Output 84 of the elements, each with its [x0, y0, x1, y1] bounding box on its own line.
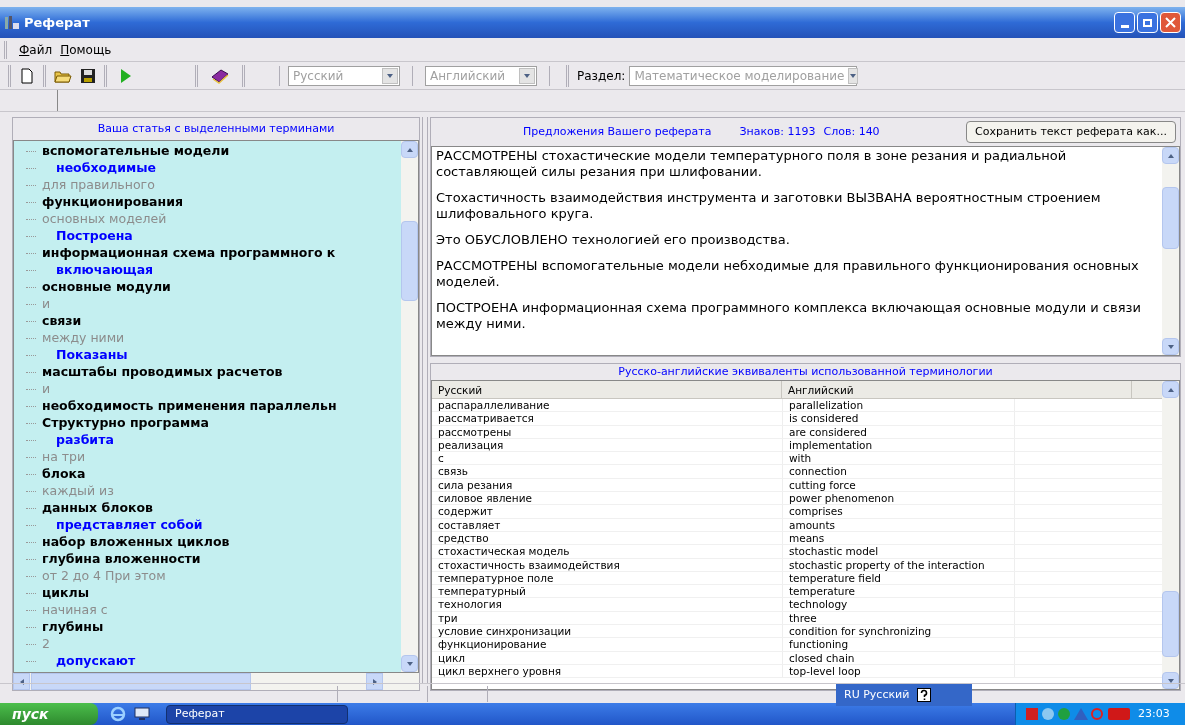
tree-item[interactable]: Структурно программа [28, 414, 209, 433]
table-cell: comprises [782, 505, 1014, 518]
character-count: Знаков: 1193 [739, 123, 816, 140]
column-header[interactable]: Русский [432, 381, 782, 398]
table-cell-text: условие синхронизации [437, 625, 573, 638]
tree-item[interactable]: необходимость применения параллельн [28, 397, 337, 416]
window-title: Реферат [24, 13, 90, 32]
table-cell: implementation [782, 438, 1014, 452]
tree-item[interactable]: допускают [28, 652, 136, 671]
table-cell: condition for synchronizing [782, 625, 1014, 638]
panel-title: Русско-английские эквиваленты использованной терминологии [617, 364, 994, 380]
table-cell: with [782, 452, 1014, 465]
table-cell: top-level loop [782, 664, 1014, 678]
tree-item[interactable]: представляет собой [28, 516, 203, 535]
table-cell-text: связь [437, 465, 470, 478]
summary-paragraph: РАССМОТРЕНЫ стохастические модели температурного поля в зоне резания и радиальной составляющей силы резания при шлифовании. [436, 148, 1068, 180]
language-indicator[interactable]: RU Русский [844, 686, 910, 704]
save-summary-button[interactable]: Сохранить текст реферата как... [966, 121, 1176, 143]
word-count: Слов: 140 [823, 123, 880, 140]
tree-item[interactable]: масштабы проводимых расчетов [28, 363, 283, 382]
table-cell: temperature field [782, 571, 1014, 585]
column-header[interactable]: Английский [782, 381, 1132, 398]
table-cell-text: рассмотрены [437, 425, 513, 438]
tree-item[interactable]: связи [28, 312, 82, 331]
table-cell: connection [782, 465, 1014, 478]
table-cell: temperature [782, 585, 1014, 598]
table-cell: are considered [782, 425, 1014, 438]
table-cell-text: функционирование [437, 638, 548, 651]
table-cell: stochastic property of the interaction [782, 558, 1014, 571]
table-cell-text: три [437, 611, 459, 625]
tree-item[interactable]: данных блоков [28, 499, 153, 518]
summary-paragraph: ПОСТРОЕНА информационная схема программного комплекса включающая основные модули и связи между ними. [436, 300, 1142, 332]
summary-paragraph: РАССМОТРЕНЫ вспомогательные модели небходимые для правильного функционирования основных моделей. [436, 258, 1140, 290]
language-bar[interactable]: RU Русский [836, 684, 972, 706]
panel-title: Ваша статья с выделенными терминами [96, 121, 336, 137]
panel-title: Предложения Вашего реферата [523, 123, 712, 140]
table-cell: parallelization [782, 399, 1014, 412]
section-label: Раздел: [577, 67, 626, 85]
tree-item[interactable]: информационная схема программного к [28, 244, 336, 263]
tree-item[interactable]: глубины [28, 618, 104, 637]
menu-item[interactable]: Помощь [56, 40, 116, 59]
table-cell-text: температурное поле [437, 571, 555, 585]
table-cell: is considered [782, 412, 1014, 425]
table-cell: closed chain [782, 651, 1014, 664]
tree-item[interactable]: необходимые [28, 159, 156, 178]
tree-item[interactable]: набор вложенных циклов [28, 533, 230, 552]
taskbar-button[interactable]: Реферат [166, 704, 348, 724]
table-cell-text: распараллеливание [437, 399, 551, 412]
table-cell: means [782, 531, 1014, 545]
table-cell-text: сила резания [437, 478, 514, 492]
table-cell-text: температурный [437, 585, 527, 598]
table-cell-text: реализация [437, 438, 505, 452]
summary-paragraph: Это ОБУСЛОВЛЕНО технологией его производства. [436, 232, 791, 248]
tree-item[interactable]: Показаны [28, 346, 128, 365]
table-cell: three [782, 611, 1014, 625]
table-cell-text: технология [437, 598, 503, 611]
table-cell-text: средство [437, 531, 490, 545]
summary-paragraph: Стохастичность взаимодействия инструмента и заготовки ВЫЗВАНА вероятностным строением шлифовального круга. [436, 190, 1102, 222]
table-cell: cutting force [782, 478, 1014, 492]
tree-item[interactable]: блока [28, 465, 86, 484]
table-cell: power phenomenon [782, 492, 1014, 505]
tree-item[interactable]: Построена [28, 227, 133, 246]
table-cell: technology [782, 598, 1014, 611]
tree-item[interactable]: вспомогательные модели [28, 142, 230, 161]
tree-item[interactable]: глубина вложенности [28, 550, 201, 569]
table-cell-text: содержит [437, 505, 494, 518]
clock: 23:03 [1138, 705, 1170, 722]
tree-item[interactable]: включающая [28, 261, 154, 280]
table-cell: functioning [782, 638, 1014, 651]
table-cell-text: цикл [437, 651, 467, 664]
tree-item[interactable]: разбита [28, 431, 114, 450]
table-cell: stochastic model [782, 545, 1014, 558]
table-cell-text: стохастичность взаимодействия [437, 558, 621, 571]
tree-item[interactable]: функционирования [28, 193, 183, 212]
tree-item[interactable]: основные модули [28, 278, 171, 297]
table-cell-text: с [437, 452, 445, 465]
table-cell-text: рассматривается [437, 412, 535, 425]
menu-item[interactable]: Файл [15, 40, 57, 59]
table-cell-text: стохастическая модель [437, 545, 571, 558]
table-cell-text: цикл верхнего уровня [437, 664, 563, 678]
tree-item[interactable]: циклы [28, 584, 89, 603]
table-cell-text: силовое явление [437, 492, 533, 505]
table-cell-text: составляет [437, 518, 502, 531]
table-cell: amounts [782, 518, 1014, 531]
